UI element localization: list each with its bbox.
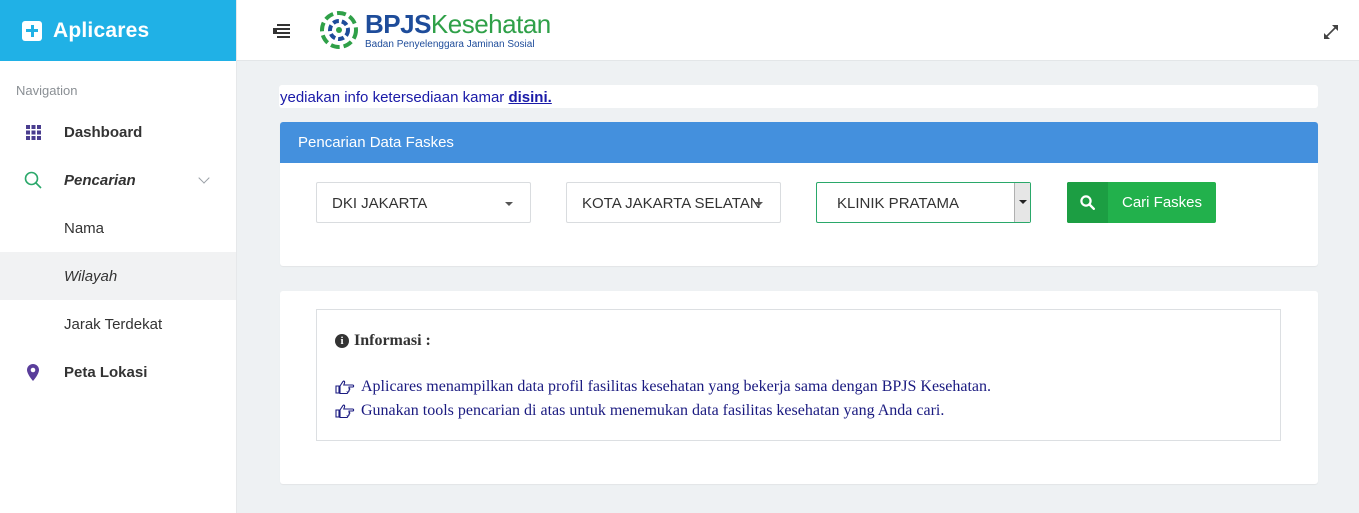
- sidebar-item-peta-lokasi[interactable]: Peta Lokasi: [0, 348, 236, 396]
- sidebar-subitem-jarak-terdekat[interactable]: Jarak Terdekat: [0, 300, 236, 348]
- sidebar-item-label: Peta Lokasi: [64, 363, 148, 381]
- info-box: i Informasi : Aplicares menampilkan data…: [316, 309, 1281, 441]
- dropdown-arrow-icon[interactable]: [1014, 183, 1030, 222]
- notice-link[interactable]: disini.: [508, 89, 551, 106]
- hand-point-right-icon: [335, 380, 355, 394]
- logo-kesehatan-text: Kesehatan: [430, 8, 551, 39]
- map-marker-icon: [24, 363, 42, 381]
- info-panel: i Informasi : Aplicares menampilkan data…: [280, 291, 1318, 484]
- info-circle-icon: i: [335, 334, 349, 348]
- sidebar-item-label: Dashboard: [64, 123, 143, 141]
- bpjs-logo: BPJSKesehatan Badan Penyelenggara Jamina…: [319, 10, 551, 50]
- sidebar-subitem-wilayah[interactable]: Wilayah: [0, 252, 236, 300]
- search-icon: [24, 171, 42, 189]
- province-value: DKI JAKARTA: [332, 195, 428, 212]
- caret-down-icon: [755, 202, 763, 206]
- sidebar-item-label: Pencarian: [64, 171, 136, 189]
- notice-strip: yediakan info ketersediaan kamar disini.: [279, 85, 1318, 108]
- search-icon: [1067, 182, 1108, 223]
- app-brand[interactable]: Aplicares: [0, 0, 236, 61]
- sidebar-toggle-icon[interactable]: [273, 24, 290, 38]
- cari-faskes-button[interactable]: Cari Faskes: [1067, 182, 1216, 223]
- info-line-text: Gunakan tools pencarian di atas untuk me…: [361, 402, 945, 419]
- sidebar-subitem-nama[interactable]: Nama: [0, 204, 236, 252]
- bpjs-logo-icon: [320, 11, 358, 49]
- info-title: i Informasi :: [335, 332, 431, 350]
- cari-faskes-label: Cari Faskes: [1121, 194, 1203, 211]
- notice-text: yediakan info ketersediaan kamar: [280, 89, 509, 106]
- search-panel-title: Pencarian Data Faskes: [280, 122, 1318, 163]
- sidebar-item-dashboard[interactable]: Dashboard: [0, 108, 236, 156]
- app-title: Aplicares: [53, 18, 150, 42]
- info-line-text: Aplicares menampilkan data profil fasili…: [361, 378, 992, 395]
- fullscreen-icon[interactable]: [1323, 24, 1339, 40]
- logo-bpjs-text: BPJS: [365, 8, 431, 39]
- sidebar-item-label: Nama: [64, 219, 105, 237]
- sidebar-item-label: Jarak Terdekat: [64, 315, 163, 333]
- logo-subtitle: Badan Penyelenggara Jaminan Sosial: [365, 38, 535, 50]
- sidebar-item-label: Wilayah: [64, 267, 118, 285]
- sidebar: Aplicares Navigation Dashboard Pencarian…: [0, 0, 237, 513]
- caret-down-icon: [505, 202, 513, 206]
- info-line: Aplicares menampilkan data profil fasili…: [335, 378, 991, 396]
- hand-point-right-icon: [335, 404, 355, 418]
- nav-heading: Navigation: [16, 83, 78, 98]
- chevron-down-icon: [198, 172, 210, 184]
- sidebar-item-pencarian[interactable]: Pencarian: [0, 156, 236, 204]
- info-title-text: Informasi :: [354, 332, 431, 349]
- info-line: Gunakan tools pencarian di atas untuk me…: [335, 402, 944, 420]
- facility-type-select[interactable]: KLINIK PRATAMA: [816, 182, 1031, 223]
- plus-square-icon: [22, 20, 42, 41]
- city-value: KOTA JAKARTA SELATAN: [582, 195, 761, 212]
- city-select[interactable]: KOTA JAKARTA SELATAN: [566, 182, 781, 223]
- facility-type-value: KLINIK PRATAMA: [837, 195, 959, 212]
- search-panel: Pencarian Data Faskes DKI JAKARTA KOTA J…: [280, 122, 1318, 266]
- province-select[interactable]: DKI JAKARTA: [316, 182, 531, 223]
- grid-icon: [24, 123, 42, 141]
- top-bar: BPJSKesehatan Badan Penyelenggara Jamina…: [237, 0, 1359, 61]
